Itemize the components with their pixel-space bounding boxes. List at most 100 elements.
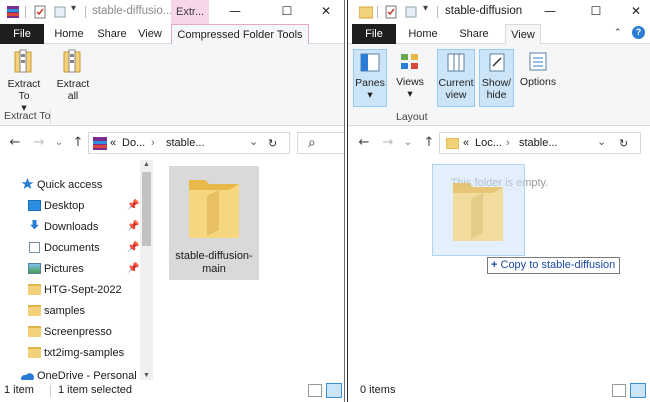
address-overflow[interactable]: «: [463, 137, 469, 149]
nav-documents[interactable]: Documents 📌: [0, 238, 140, 258]
up-button[interactable]: ↑: [69, 134, 87, 152]
minimize-button[interactable]: —: [528, 0, 572, 24]
forward-button[interactable]: →: [379, 134, 397, 152]
nav-desktop[interactable]: Desktop 📌: [0, 196, 140, 216]
extract-all-icon: [63, 49, 81, 73]
view-tab[interactable]: View: [134, 24, 166, 44]
context-tab-extract: Extr...: [171, 0, 209, 24]
breadcrumb-separator[interactable]: ›: [151, 137, 155, 149]
pin-icon: 📌: [127, 242, 140, 253]
nav-downloads[interactable]: Downloads 📌: [0, 217, 140, 237]
customize-toolbar-icon[interactable]: ▾: [423, 3, 437, 17]
current-view-icon: [447, 53, 465, 72]
up-button[interactable]: ↑: [420, 134, 438, 152]
home-tab[interactable]: Home: [50, 24, 88, 44]
new-folder-icon[interactable]: [404, 5, 418, 19]
folder-icon: [28, 284, 41, 295]
desktop-icon: [28, 200, 41, 211]
panes-button[interactable]: Panes ▾: [353, 49, 387, 107]
search-icon: ⌕: [308, 135, 316, 151]
help-icon[interactable]: ?: [632, 26, 645, 39]
properties-icon[interactable]: [33, 5, 47, 19]
compressed-folder-tools-tab[interactable]: Compressed Folder Tools: [171, 24, 309, 45]
title-bar: ▾ stable-diffusio... Extr... — ☐ ✕: [0, 0, 344, 24]
nav-scroll-thumb[interactable]: [142, 172, 151, 246]
address-dropdown[interactable]: ⌄: [249, 135, 258, 148]
breadcrumb-separator[interactable]: ›: [506, 137, 510, 149]
show-hide-button[interactable]: Show/ hide: [479, 49, 514, 107]
nav-quick-access[interactable]: Quick access: [0, 175, 140, 195]
file-tab[interactable]: File: [352, 24, 396, 44]
new-folder-icon[interactable]: [53, 5, 67, 19]
window-title: stable-diffusion: [445, 5, 523, 17]
maximize-button[interactable]: ☐: [574, 0, 618, 24]
folder-icon: [28, 347, 41, 358]
customize-toolbar-icon[interactable]: ▾: [71, 3, 85, 17]
nav-txt2img-samples[interactable]: txt2img-samples: [0, 343, 140, 363]
show-hide-icon: [489, 53, 504, 72]
search-box[interactable]: ⌕: [297, 132, 344, 154]
plus-icon: +: [491, 259, 498, 271]
back-button[interactable]: ←: [355, 134, 373, 152]
selected-count: 1 item selected: [58, 384, 132, 396]
address-dropdown[interactable]: ⌄: [597, 135, 606, 148]
recent-locations-button[interactable]: ⌄: [50, 134, 68, 152]
refresh-button[interactable]: ↻: [268, 137, 277, 150]
views-button[interactable]: Views ▾: [393, 49, 427, 107]
forward-button[interactable]: →: [30, 134, 48, 152]
current-view-button[interactable]: Current view: [437, 49, 475, 107]
breadcrumb-stable[interactable]: stable...: [519, 137, 558, 149]
large-icons-view-button[interactable]: [630, 383, 646, 398]
extract-all-button[interactable]: Extract all: [55, 49, 91, 107]
recent-locations-button[interactable]: ⌄: [399, 134, 417, 152]
options-button[interactable]: Options: [518, 49, 558, 107]
collapse-ribbon-icon[interactable]: ⌃: [614, 27, 622, 38]
nav-screenpresso[interactable]: Screenpresso: [0, 322, 140, 342]
home-tab[interactable]: Home: [404, 24, 442, 44]
view-tab[interactable]: View: [505, 24, 541, 45]
winrar-location-icon: [93, 137, 107, 150]
file-tab[interactable]: File: [0, 24, 44, 44]
folder-title-icon[interactable]: [359, 5, 373, 19]
breadcrumb-local-disk[interactable]: Loc...: [475, 137, 502, 149]
close-button[interactable]: ✕: [614, 0, 650, 24]
folder-icon: [28, 326, 41, 337]
address-overflow[interactable]: «: [110, 137, 116, 149]
folder-icon: [28, 305, 41, 316]
refresh-button[interactable]: ↻: [619, 137, 628, 150]
address-bar[interactable]: « Do... › stable... ⌄ ↻: [88, 132, 290, 154]
minimize-button[interactable]: —: [213, 0, 257, 24]
explorer-body: Quick access Desktop 📌 Downloads 📌 Docum…: [0, 160, 344, 382]
folder-item-selected[interactable]: stable-diffusion- main: [169, 166, 259, 280]
pictures-icon: [28, 263, 41, 274]
breadcrumb-downloads[interactable]: Do...: [122, 137, 145, 149]
breadcrumb-stable[interactable]: stable...: [166, 137, 205, 149]
winrar-icon[interactable]: [6, 5, 20, 19]
extract-to-button[interactable]: Extract To ▾: [4, 49, 44, 114]
share-tab[interactable]: Share: [454, 24, 494, 44]
details-view-button[interactable]: [612, 384, 626, 397]
navigation-pane: Quick access Desktop 📌 Downloads 📌 Docum…: [0, 160, 153, 382]
folder-name: stable-diffusion- main: [175, 250, 253, 275]
maximize-button[interactable]: ☐: [265, 0, 309, 24]
nav-scrollbar[interactable]: ▲ ▼: [140, 160, 153, 380]
nav-htg-sept-2022[interactable]: HTG-Sept-2022: [0, 280, 140, 300]
properties-icon[interactable]: [384, 5, 398, 19]
documents-icon: [29, 242, 40, 253]
dragged-folder-icon: [453, 183, 503, 241]
drag-ghost: [432, 164, 525, 256]
nav-samples[interactable]: samples: [0, 301, 140, 321]
status-bar: 0 items: [348, 380, 650, 402]
navigation-bar: ← → ⌄ ↑ « Do... › stable... ⌄ ↻ ⌕: [0, 126, 344, 160]
navigation-bar: ← → ⌄ ↑ « Loc... › stable... ⌄ ↻: [348, 126, 650, 160]
large-icons-view-button[interactable]: [326, 383, 342, 398]
details-view-button[interactable]: [308, 384, 322, 397]
share-tab[interactable]: Share: [93, 24, 131, 44]
extract-to-icon: [14, 49, 32, 73]
address-bar[interactable]: « Loc... › stable... ⌄ ↻: [439, 132, 641, 154]
drag-copy-tooltip: + Copy to stable-diffusion: [487, 257, 621, 274]
back-button[interactable]: ←: [6, 134, 24, 152]
nav-pictures[interactable]: Pictures 📌: [0, 259, 140, 279]
pin-icon: 📌: [127, 263, 140, 274]
close-button[interactable]: ✕: [304, 0, 344, 24]
